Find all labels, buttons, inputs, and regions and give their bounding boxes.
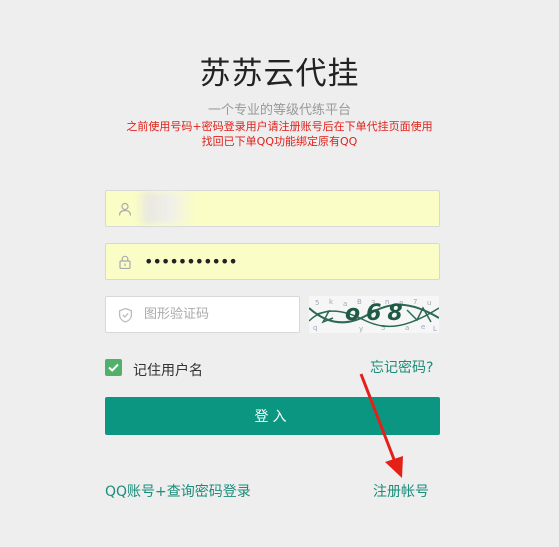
captcha-field[interactable] — [105, 296, 300, 333]
user-icon — [118, 202, 132, 216]
qq-login-link[interactable]: QQ账号+查询密码登录 — [105, 481, 251, 501]
remember-checkbox[interactable] — [105, 359, 122, 376]
page-subtitle: 一个专业的等级代练平台 — [207, 103, 351, 118]
redacted-username — [136, 192, 194, 224]
svg-text:5: 5 — [315, 299, 319, 307]
password-field[interactable]: ••••••••••• — [105, 243, 440, 280]
captcha-text: o68 — [345, 301, 409, 326]
svg-text:e: e — [421, 323, 425, 331]
check-icon — [108, 363, 119, 372]
svg-text:u: u — [427, 299, 431, 307]
svg-text:y: y — [359, 325, 363, 333]
svg-text:7: 7 — [413, 298, 417, 306]
notice-line-2: 找回已下单QQ功能绑定原有QQ — [201, 135, 358, 148]
captcha-input[interactable] — [144, 297, 289, 332]
svg-text:L: L — [433, 325, 437, 333]
shield-icon — [118, 307, 133, 322]
svg-text:q: q — [313, 324, 317, 332]
page-title: 苏苏云代挂 — [199, 56, 360, 92]
notice-line-1: 之前使用号码+密码登录用户请注册账号后在下单代挂页面使用 — [126, 120, 433, 133]
captcha-image[interactable]: 5ka B3n R7u qy5 aeL o68 — [309, 296, 439, 333]
lock-icon — [119, 255, 131, 269]
annotation-arrow-icon — [359, 373, 403, 478]
password-input[interactable]: ••••••••••• — [144, 252, 238, 271]
svg-text:k: k — [329, 298, 334, 306]
remember-label[interactable]: 记住用户名 — [133, 360, 203, 380]
notice-text: 之前使用号码+密码登录用户请注册账号后在下单代挂页面使用 找回已下单QQ功能绑定… — [80, 119, 479, 149]
register-link[interactable]: 注册帐号 — [373, 481, 429, 501]
